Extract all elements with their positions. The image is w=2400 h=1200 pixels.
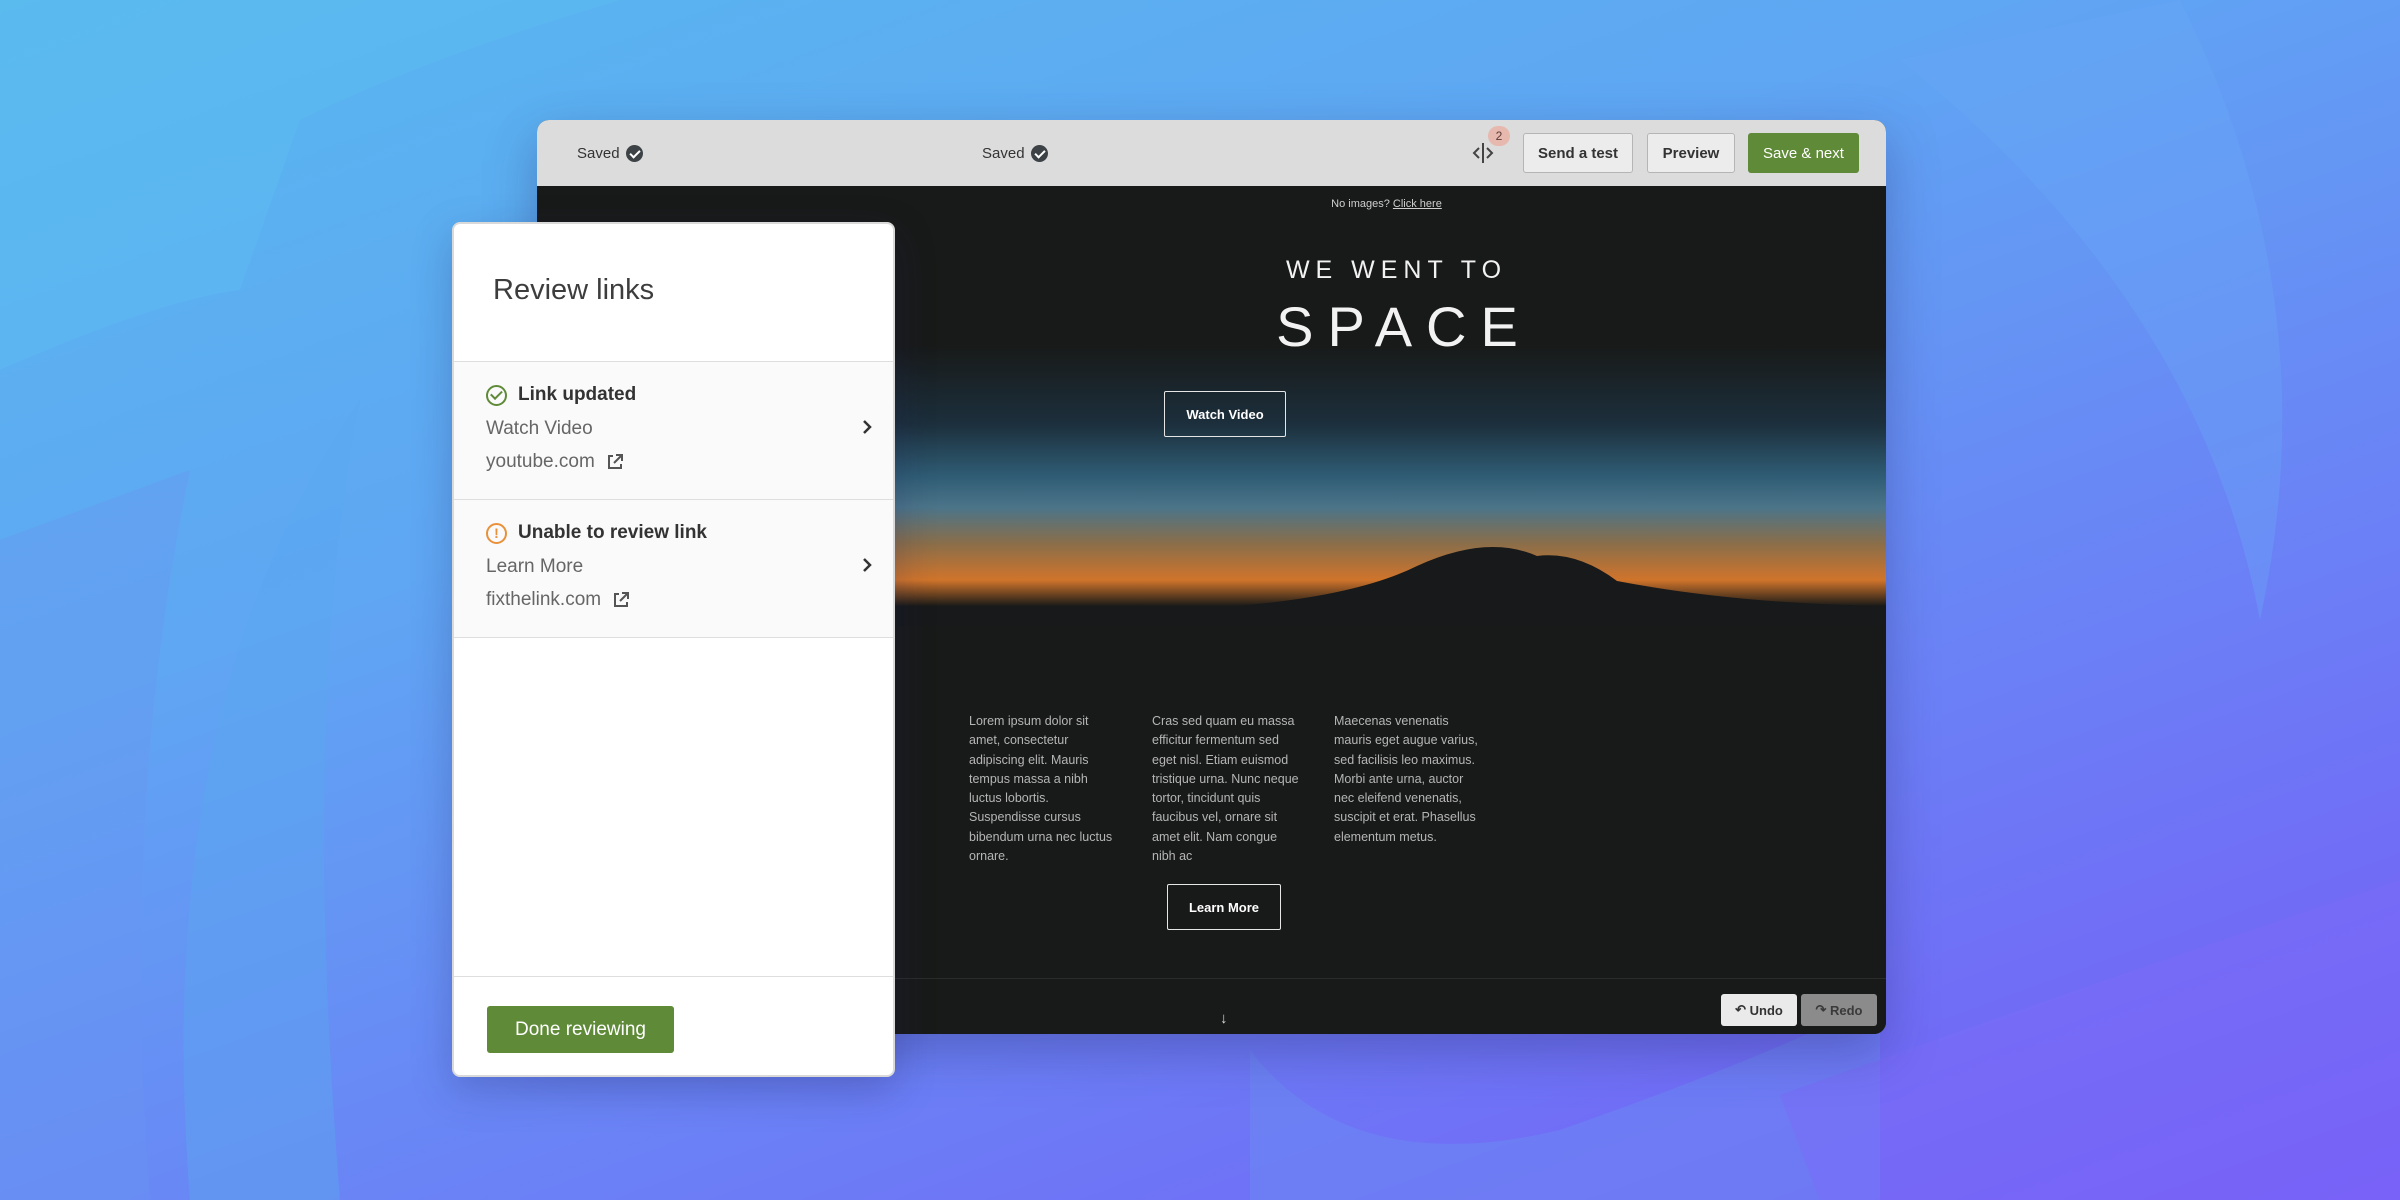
check-circle-icon [625,144,643,162]
undo-button[interactable]: ↶ Undo [1721,994,1797,1026]
link-label: Watch Video [486,418,593,439]
review-links-panel: Review links Link updated Watch Video yo… [452,222,895,1077]
redo-label: Redo [1830,1002,1863,1018]
saved-indicator-left: Saved [577,120,643,186]
link-url-text[interactable]: youtube.com [486,451,595,473]
status-text: Unable to review link [518,522,707,543]
undo-label: Undo [1749,1002,1783,1018]
changes-count-badge: 2 [1488,126,1510,146]
chevron-right-icon[interactable] [861,556,873,574]
redo-button[interactable]: ↷ Redo [1801,994,1877,1026]
saved-label: Saved [982,144,1025,162]
learn-more-button[interactable]: Learn More [1167,884,1281,930]
send-test-button[interactable]: Send a test [1523,133,1633,173]
panel-title: Review links [493,274,655,306]
check-circle-icon [1030,144,1048,162]
link-label: Learn More [486,556,584,577]
external-link-icon[interactable] [611,590,631,610]
divider [454,637,893,638]
link-review-item[interactable]: Link updated Watch Video youtube.com [454,362,893,499]
text-column-1: Lorem ipsum dolor sit amet, consectetur … [969,714,1113,864]
saved-indicator-center: Saved [982,120,1048,186]
link-url-text[interactable]: fixthelink.com [486,589,601,611]
text-column-2: Cras sed quam eu massa efficitur ferment… [1152,714,1299,864]
arrow-down-icon[interactable]: ↓ [1220,1010,1228,1027]
no-images-text: No images? [1331,198,1390,210]
link-review-item[interactable]: ! Unable to review link Learn More fixth… [454,500,893,637]
undo-icon: ↶ [1735,1002,1750,1017]
status-row: ! Unable to review link [486,522,707,544]
no-images-notice: No images? Click here [537,198,1886,210]
editor-toolbar: Saved Saved 2 Send a test Preview Save &… [537,120,1886,186]
watch-video-button[interactable]: Watch Video [1164,391,1286,437]
warning-circle-icon: ! [486,522,507,544]
status-text: Link updated [518,384,637,405]
link-url[interactable]: fixthelink.com [486,589,631,611]
text-column-3: Maecenas venenatis mauris eget augue var… [1334,714,1478,844]
divider [454,976,893,977]
link-url[interactable]: youtube.com [486,451,625,473]
redo-icon: ↷ [1815,1002,1830,1017]
save-next-button[interactable]: Save & next [1748,133,1859,173]
chevron-right-icon[interactable] [861,418,873,436]
saved-label: Saved [577,144,620,162]
done-reviewing-button[interactable]: Done reviewing [487,1006,674,1053]
preview-button[interactable]: Preview [1647,133,1735,173]
check-circle-icon [486,384,507,406]
no-images-link[interactable]: Click here [1393,198,1442,210]
status-row: Link updated [486,384,636,406]
external-link-icon[interactable] [605,452,625,472]
